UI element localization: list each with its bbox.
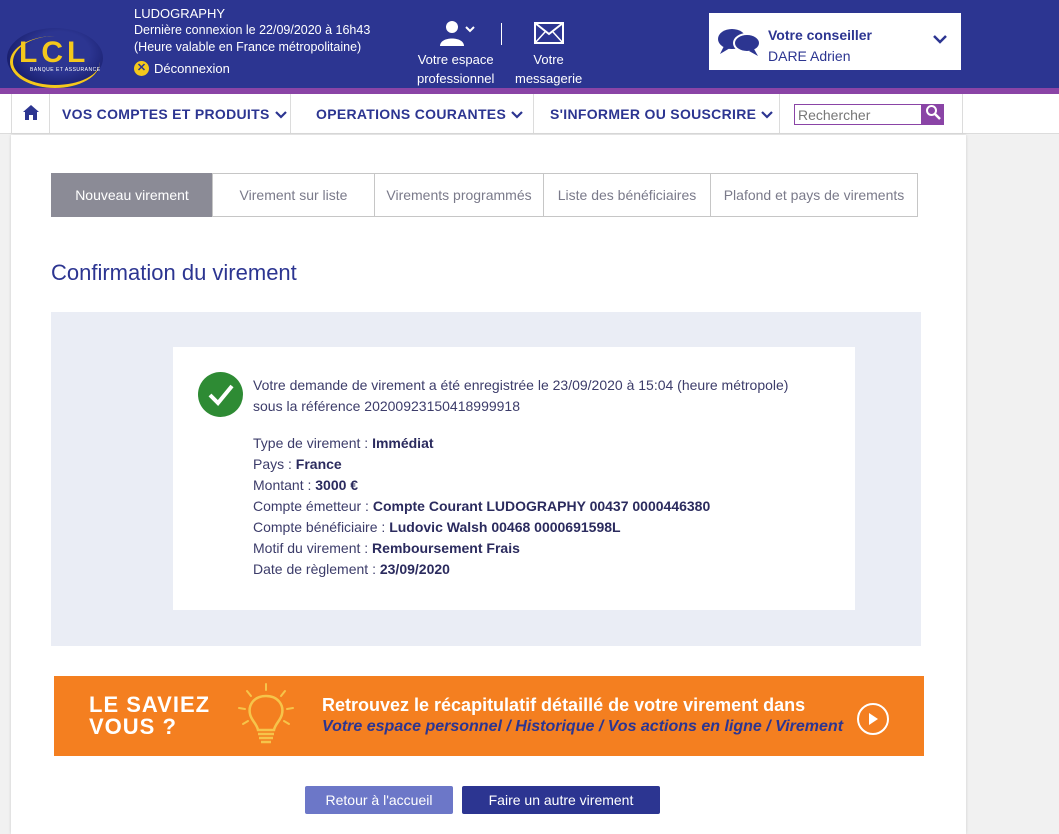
messaging-line1: Votre bbox=[533, 52, 564, 67]
chevron-down-icon bbox=[761, 110, 774, 119]
detail-reason: Motif du virement : Remboursement Frais bbox=[253, 540, 520, 556]
back-home-button[interactable]: Retour à l'accueil bbox=[305, 786, 453, 814]
chat-bubbles-icon bbox=[716, 26, 762, 63]
chevron-down-icon bbox=[933, 31, 947, 49]
checkmark-icon bbox=[198, 372, 243, 417]
main-nav: VOS COMPTES ET PRODUITS OPERATIONS COURA… bbox=[0, 94, 1059, 134]
detail-country: Pays : France bbox=[253, 456, 342, 472]
lightbulb-icon bbox=[235, 682, 297, 753]
page-title: Confirmation du virement bbox=[51, 260, 297, 285]
nav-divider bbox=[962, 94, 963, 134]
logo-subtitle: BANQUE ET ASSURANCE bbox=[30, 67, 101, 73]
tab-beneficiaries[interactable]: Liste des bénéficiaires bbox=[543, 173, 711, 217]
advisor-title: Votre conseiller bbox=[768, 27, 873, 43]
logout-label: Déconnexion bbox=[154, 61, 230, 76]
close-icon: ✕ bbox=[134, 61, 149, 76]
nav-inform-subscribe[interactable]: S'INFORMER OU SOUSCRIRE bbox=[534, 94, 780, 134]
chevron-down-icon bbox=[511, 110, 523, 119]
banner-question: LE SAVIEZ VOUS ? bbox=[89, 692, 211, 739]
logo-text: LCL bbox=[19, 36, 90, 69]
tab-list-transfer[interactable]: Virement sur liste bbox=[212, 173, 375, 217]
banner-text-path: Votre espace personnel / Historique / Vo… bbox=[322, 718, 844, 735]
detail-type: Type de virement : Immédiat bbox=[253, 435, 434, 451]
tab-new-transfer[interactable]: Nouveau virement bbox=[51, 173, 213, 217]
transfer-details: Type de virement : Immédiat Pays : Franc… bbox=[253, 433, 710, 580]
search-box bbox=[794, 104, 944, 125]
last-login: Dernière connexion le 22/09/2020 à 16h43 bbox=[134, 23, 371, 37]
nav-label: S'INFORMER OU SOUSCRIRE bbox=[550, 106, 757, 122]
message-reference: sous la référence 20200923150418999918 bbox=[253, 398, 521, 414]
confirmation-message: Votre demande de virement a été enregist… bbox=[253, 375, 833, 417]
timezone-note: (Heure valable en France métropolitaine) bbox=[134, 40, 362, 54]
pro-space-link[interactable]: Votre espace professionnel bbox=[417, 18, 494, 88]
detail-settlement-date: Date de règlement : 23/09/2020 bbox=[253, 561, 450, 577]
chevron-down-icon bbox=[274, 110, 287, 119]
user-name: LUDOGRAPHY bbox=[134, 6, 226, 21]
detail-beneficiary-account: Compte bénéficiaire : Ludovic Walsh 0046… bbox=[253, 519, 621, 535]
advisor-dropdown[interactable]: Votre conseiller DARE Adrien bbox=[709, 13, 961, 70]
home-icon bbox=[22, 104, 40, 124]
nav-label: VOS COMPTES ET PRODUITS bbox=[62, 106, 270, 122]
tab-scheduled-transfers[interactable]: Virements programmés bbox=[374, 173, 544, 217]
user-dropdown-icon bbox=[417, 18, 494, 48]
detail-amount: Montant : 3000 € bbox=[253, 477, 359, 493]
logout-link[interactable]: ✕ Déconnexion bbox=[134, 60, 370, 77]
pro-space-line2: professionnel bbox=[417, 71, 495, 86]
advisor-name: DARE Adrien bbox=[768, 48, 851, 64]
nav-current-operations[interactable]: OPERATIONS COURANTES bbox=[291, 94, 534, 134]
message-line1: Votre demande de virement a été enregist… bbox=[253, 377, 789, 393]
info-banner[interactable]: LE SAVIEZ VOUS ? Retrouvez le récapitula… bbox=[54, 676, 924, 756]
messaging-line2: messagerie bbox=[515, 71, 583, 86]
transfer-tabs: Nouveau virement Virement sur liste Vire… bbox=[51, 173, 918, 217]
main-content: Nouveau virement Virement sur liste Vire… bbox=[11, 135, 966, 834]
tab-limits-countries[interactable]: Plafond et pays de virements bbox=[710, 173, 918, 217]
confirmation-panel: Votre demande de virement a été enregist… bbox=[51, 312, 921, 646]
new-transfer-button[interactable]: Faire un autre virement bbox=[462, 786, 660, 814]
search-button[interactable] bbox=[922, 104, 944, 125]
nav-accounts-products[interactable]: VOS COMPTES ET PRODUITS bbox=[50, 94, 291, 134]
search-input[interactable] bbox=[794, 104, 922, 125]
pro-space-line1: Votre espace bbox=[417, 52, 494, 67]
home-button[interactable] bbox=[11, 94, 50, 134]
detail-source-account: Compte émetteur : Compte Courant LUDOGRA… bbox=[253, 498, 711, 514]
messaging-link[interactable]: Votre messagerie bbox=[515, 18, 582, 88]
header-divider bbox=[501, 23, 502, 45]
banner-text-main: Retrouvez le récapitulatif détaillé de v… bbox=[322, 695, 806, 715]
user-info: LUDOGRAPHY Dernière connexion le 22/09/2… bbox=[134, 5, 370, 77]
play-icon[interactable] bbox=[857, 703, 889, 735]
top-header: LCL BANQUE ET ASSURANCE LUDOGRAPHY Derni… bbox=[0, 0, 1059, 88]
confirmation-card: Votre demande de virement a été enregist… bbox=[173, 347, 855, 610]
search-icon bbox=[925, 104, 941, 125]
nav-label: OPERATIONS COURANTES bbox=[316, 106, 507, 122]
envelope-icon bbox=[515, 18, 582, 48]
